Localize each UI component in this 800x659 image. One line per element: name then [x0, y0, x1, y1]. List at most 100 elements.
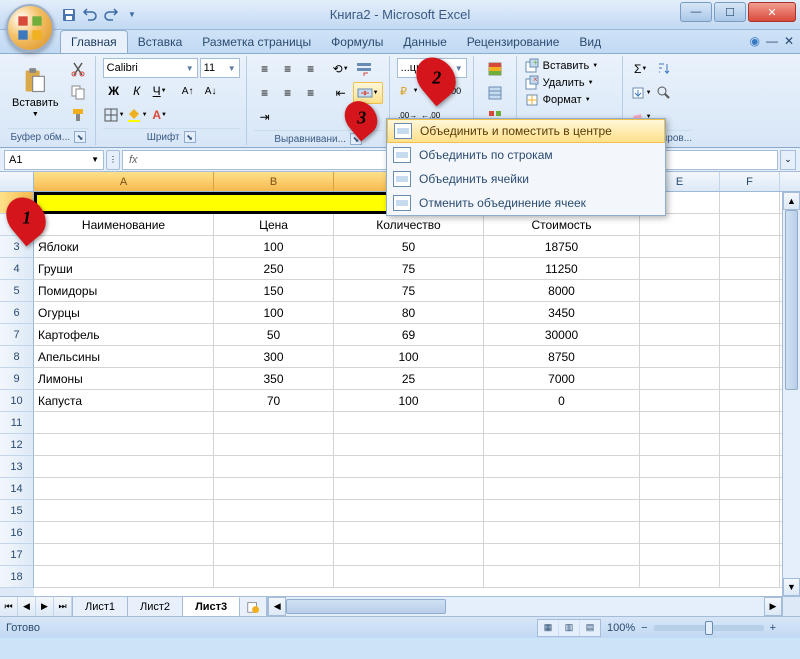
formula-expand-icon[interactable]: ⌄: [780, 150, 796, 170]
cell[interactable]: 11250: [484, 258, 640, 279]
cell[interactable]: [640, 500, 720, 521]
align-center-icon[interactable]: ≡: [277, 82, 299, 104]
cell[interactable]: [484, 566, 640, 587]
maximize-button[interactable]: ☐: [714, 2, 746, 22]
cell[interactable]: [640, 456, 720, 477]
cell[interactable]: [640, 280, 720, 301]
italic-icon[interactable]: К: [126, 80, 148, 102]
scroll-left-icon[interactable]: ◀: [268, 597, 286, 616]
cell[interactable]: Цена: [214, 214, 334, 235]
cell[interactable]: Наименование: [34, 214, 214, 235]
cell[interactable]: [640, 522, 720, 543]
cell[interactable]: 100: [334, 390, 484, 411]
cell[interactable]: 100: [214, 302, 334, 323]
font-color-icon[interactable]: A▼: [149, 104, 171, 126]
format-table-icon[interactable]: [484, 82, 506, 104]
cell[interactable]: Помидоры: [34, 280, 214, 301]
zoom-in-icon[interactable]: +: [770, 622, 776, 634]
row-header-14[interactable]: 14: [0, 478, 34, 500]
cell[interactable]: [640, 368, 720, 389]
merge-option[interactable]: Объединить по строкам: [387, 143, 665, 167]
row-header-17[interactable]: 17: [0, 544, 34, 566]
cell[interactable]: [214, 412, 334, 433]
cell[interactable]: 8750: [484, 346, 640, 367]
cell[interactable]: 70: [214, 390, 334, 411]
tab-разметка страницы[interactable]: Разметка страницы: [192, 31, 321, 53]
cell[interactable]: 50: [214, 324, 334, 345]
cell[interactable]: Стоимость: [484, 214, 640, 235]
col-header-A[interactable]: A: [34, 172, 214, 191]
cell[interactable]: 25: [334, 368, 484, 389]
cell[interactable]: [720, 346, 780, 367]
fill-icon[interactable]: ▼: [630, 82, 652, 104]
qat-dropdown-icon[interactable]: ▼: [123, 6, 141, 24]
row-header-8[interactable]: 8: [0, 346, 34, 368]
align-left-icon[interactable]: ≡: [254, 82, 276, 104]
cell[interactable]: [720, 500, 780, 521]
zoom-level[interactable]: 100%: [607, 622, 635, 634]
merge-option[interactable]: Отменить объединение ячеек: [387, 191, 665, 215]
cell[interactable]: [34, 566, 214, 587]
cell[interactable]: 100: [214, 236, 334, 257]
row-header-11[interactable]: 11: [0, 412, 34, 434]
fill-color-icon[interactable]: ▼: [126, 104, 148, 126]
scroll-up-icon[interactable]: ▲: [783, 192, 800, 210]
row-header-7[interactable]: 7: [0, 324, 34, 346]
cell[interactable]: 75: [334, 280, 484, 301]
cell[interactable]: [34, 456, 214, 477]
cell[interactable]: [720, 478, 780, 499]
row-header-5[interactable]: 5: [0, 280, 34, 302]
cell[interactable]: 3450: [484, 302, 640, 323]
cell[interactable]: [334, 566, 484, 587]
row-header-12[interactable]: 12: [0, 434, 34, 456]
cell[interactable]: [34, 434, 214, 455]
clipboard-launcher[interactable]: ⬊: [74, 131, 86, 143]
delete-cells-button[interactable]: ×Удалить▼: [524, 75, 594, 91]
cell[interactable]: [334, 478, 484, 499]
sort-filter-icon[interactable]: [653, 58, 675, 80]
autosum-icon[interactable]: Σ▼: [630, 58, 652, 80]
cell[interactable]: [640, 302, 720, 323]
cell[interactable]: [720, 236, 780, 257]
cell[interactable]: Огурцы: [34, 302, 214, 323]
cell[interactable]: [34, 544, 214, 565]
sheet-tab-Лист1[interactable]: Лист1: [73, 597, 128, 616]
cut-icon[interactable]: [67, 58, 89, 80]
cell[interactable]: [214, 522, 334, 543]
cell[interactable]: [214, 434, 334, 455]
cell[interactable]: 75: [334, 258, 484, 279]
cell[interactable]: [334, 434, 484, 455]
cell[interactable]: [484, 544, 640, 565]
row-header-6[interactable]: 6: [0, 302, 34, 324]
row-header-15[interactable]: 15: [0, 500, 34, 522]
cell[interactable]: [640, 544, 720, 565]
cell[interactable]: [720, 390, 780, 411]
cell[interactable]: [34, 500, 214, 521]
cells-area[interactable]: НаименованиеЦенаКоличествоСтоимостьЯблок…: [34, 192, 782, 596]
cell[interactable]: [640, 390, 720, 411]
align-middle-icon[interactable]: ≡: [277, 58, 299, 80]
cell[interactable]: 18750: [484, 236, 640, 257]
row-header-10[interactable]: 10: [0, 390, 34, 412]
page-break-view-icon[interactable]: ▤: [580, 620, 600, 636]
currency-icon[interactable]: ₽▼: [397, 80, 419, 102]
row-header-16[interactable]: 16: [0, 522, 34, 544]
cell[interactable]: [720, 434, 780, 455]
next-sheet-icon[interactable]: ▶: [36, 597, 54, 616]
cell[interactable]: 30000: [484, 324, 640, 345]
align-bottom-icon[interactable]: ≡: [300, 58, 322, 80]
insert-cells-button[interactable]: +Вставить▼: [524, 58, 599, 74]
horizontal-scrollbar[interactable]: ◀ ▶: [267, 597, 782, 616]
undo-icon[interactable]: [81, 6, 99, 24]
col-header-B[interactable]: B: [214, 172, 334, 191]
grow-font-icon[interactable]: A↑: [177, 80, 199, 102]
bold-icon[interactable]: Ж: [103, 80, 125, 102]
cell[interactable]: 0: [484, 390, 640, 411]
cell[interactable]: 100: [334, 346, 484, 367]
cell[interactable]: 8000: [484, 280, 640, 301]
cell[interactable]: [720, 280, 780, 301]
cell[interactable]: [640, 412, 720, 433]
normal-view-icon[interactable]: ▦: [538, 620, 558, 636]
cell[interactable]: [640, 258, 720, 279]
cell[interactable]: [640, 434, 720, 455]
